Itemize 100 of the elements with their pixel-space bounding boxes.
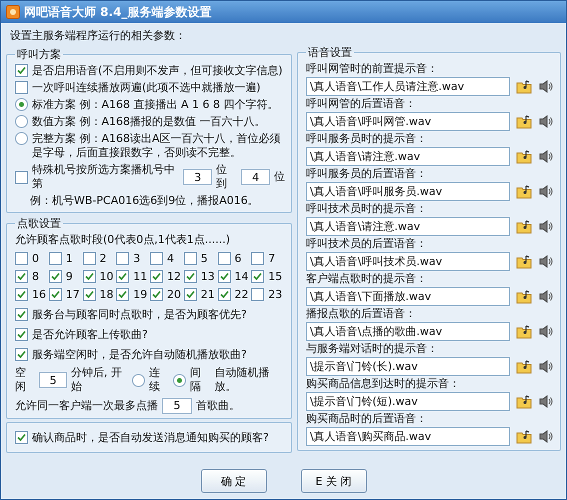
number-field[interactable]: 5 [162, 398, 192, 414]
checkbox[interactable] [150, 288, 163, 301]
folder-icon[interactable] [516, 289, 532, 304]
checkbox[interactable] [15, 252, 28, 265]
hour-label: 2 [100, 252, 106, 266]
checkbox[interactable] [48, 270, 62, 283]
hour-label: 13 [200, 270, 215, 284]
checkbox[interactable] [116, 288, 130, 301]
checkbox[interactable] [15, 81, 28, 94]
file-path-field[interactable]: \真人语音\呼叫服务员.wav [306, 182, 510, 201]
entry-label: 购买商品时的后置语音： [306, 412, 428, 426]
option-label: 连续 [148, 366, 161, 394]
checkbox[interactable] [218, 288, 230, 301]
checkbox[interactable] [82, 252, 96, 265]
folder-icon[interactable] [516, 254, 532, 269]
number-field[interactable]: 3 [183, 169, 212, 185]
speaker-icon[interactable] [538, 184, 554, 199]
checkbox[interactable] [184, 270, 197, 283]
checkbox[interactable] [218, 270, 230, 283]
entry-label: 呼叫网管的后置语音： [306, 97, 417, 111]
folder-icon[interactable] [516, 114, 532, 129]
hour-label: 20 [167, 288, 181, 302]
checkbox[interactable] [82, 288, 96, 301]
checkbox[interactable] [116, 270, 130, 283]
folder-icon[interactable] [516, 149, 532, 164]
checkbox[interactable] [15, 328, 28, 341]
hour-label: 8 [32, 270, 39, 284]
hour-label: 17 [66, 288, 80, 302]
radio-button[interactable] [15, 132, 28, 145]
entry-label: 购买商品信息到达时的提示音： [306, 377, 461, 391]
field-label: 自动随机播放。 [214, 366, 270, 394]
folder-icon[interactable] [516, 394, 532, 409]
number-field[interactable]: 5 [39, 372, 67, 388]
checkbox[interactable] [150, 252, 163, 265]
folder-icon[interactable] [516, 219, 532, 234]
group-title: 点歌设置 [16, 216, 62, 231]
folder-icon[interactable] [516, 184, 532, 199]
entry-label: 播报点歌的后置语音： [306, 307, 417, 321]
folder-icon[interactable] [516, 359, 532, 374]
speaker-icon[interactable] [538, 254, 554, 269]
radio-button[interactable] [15, 115, 28, 128]
file-path-field[interactable]: \真人语音\呼叫技术员.wav [306, 252, 510, 271]
speaker-icon[interactable] [538, 149, 554, 164]
checkbox[interactable] [15, 270, 28, 283]
checkbox[interactable] [48, 288, 62, 301]
ok-button[interactable]: 确 定 [200, 469, 266, 493]
radio-button[interactable] [15, 98, 28, 111]
file-path-field[interactable]: \真人语音\点播的歌曲.wav [306, 322, 510, 341]
checkbox[interactable] [251, 270, 264, 283]
file-path-field[interactable]: \真人语音\呼叫网管.wav [306, 112, 510, 131]
file-path-field[interactable]: \真人语音\请注意.wav [306, 217, 510, 236]
checkbox[interactable] [15, 64, 28, 77]
checkbox[interactable] [150, 270, 163, 283]
file-path-field[interactable]: \真人语音\下面播放.wav [306, 287, 510, 306]
radio-button[interactable] [132, 374, 145, 386]
checkbox[interactable] [184, 252, 197, 265]
option-label: 服务端空闲时，是否允许自动随机播放歌曲? [32, 348, 247, 362]
checkbox[interactable] [82, 270, 96, 283]
group-title: 呼叫方案 [16, 47, 62, 62]
folder-icon[interactable] [516, 324, 532, 339]
number-field[interactable]: 4 [241, 169, 270, 185]
speaker-icon[interactable] [538, 114, 554, 129]
speaker-icon[interactable] [538, 289, 554, 304]
entry-label: 呼叫服务员的后置语音： [306, 167, 428, 181]
folder-icon[interactable] [516, 429, 532, 444]
speaker-icon[interactable] [538, 219, 554, 234]
close-button[interactable]: E 关 闭 [300, 469, 366, 493]
hour-label: 16 [32, 288, 46, 302]
checkbox[interactable] [15, 348, 28, 361]
radio-button[interactable] [173, 374, 186, 386]
speaker-icon[interactable] [538, 324, 554, 339]
hour-label: 3 [133, 252, 140, 266]
hour-label: 15 [268, 270, 282, 284]
checkbox[interactable] [15, 170, 28, 184]
entry-label: 呼叫服务员时的提示音： [306, 132, 428, 146]
file-path-field[interactable]: \真人语音\购买商品.wav [306, 427, 510, 446]
checkbox[interactable] [218, 252, 230, 265]
file-path-field[interactable]: \真人语音\请注意.wav [306, 147, 510, 166]
checkbox[interactable] [184, 288, 197, 301]
checkbox[interactable] [251, 252, 264, 265]
checkbox[interactable] [251, 288, 264, 301]
file-path-field[interactable]: \提示音\门铃(短).wav [306, 392, 510, 411]
checkbox[interactable] [15, 308, 28, 321]
group-title: 语音设置 [307, 45, 353, 60]
speaker-icon[interactable] [538, 359, 554, 374]
speaker-icon[interactable] [538, 429, 554, 444]
field-label: 分钟后, 开始 [70, 366, 123, 394]
hour-label: 7 [268, 252, 276, 266]
hour-label: 14 [234, 270, 248, 284]
option-label: 是否允许顾客上传歌曲? [32, 328, 148, 342]
folder-icon[interactable] [516, 79, 532, 94]
file-path-field[interactable]: \真人语音\工作人员请注意.wav [306, 77, 510, 96]
speaker-icon[interactable] [538, 394, 554, 409]
file-path-field[interactable]: \提示音\门铃(长).wav [306, 357, 510, 376]
checkbox[interactable] [15, 288, 28, 301]
entry-label: 呼叫技术员时的提示音： [306, 202, 428, 216]
checkbox[interactable] [116, 252, 130, 265]
checkbox[interactable] [15, 431, 28, 444]
checkbox[interactable] [48, 252, 62, 265]
speaker-icon[interactable] [538, 79, 554, 94]
